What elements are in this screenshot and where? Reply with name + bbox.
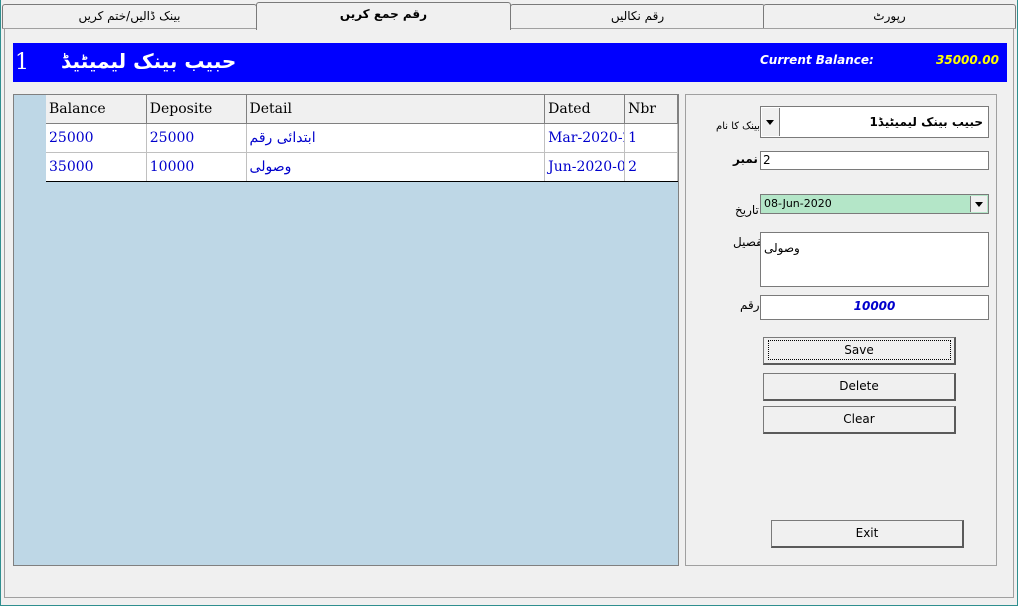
bank-name: حبیب بینک لیمیٹیڈ	[61, 49, 237, 73]
tab-report[interactable]: رپورٹ	[763, 4, 1016, 28]
cell-dated[interactable]: Mar-2020-2	[544, 123, 626, 153]
date-dropdown-button[interactable]	[970, 196, 987, 212]
transactions-table: Balance Deposite Detail Dated Nbr 25000 …	[46, 95, 678, 182]
tab-withdraw[interactable]: رقم نکالیں	[510, 4, 765, 28]
bank-name-select-value: 1حبیب بینک لیمیٹیڈ	[869, 115, 983, 129]
save-button[interactable]: Save	[763, 337, 956, 365]
cell-detail[interactable]: وصولی	[246, 152, 546, 182]
cell-deposite[interactable]: 10000	[146, 152, 247, 182]
detail-textarea[interactable]: وصولی	[760, 232, 989, 287]
chevron-down-icon	[766, 120, 774, 125]
table-header-row: Balance Deposite Detail Dated Nbr	[46, 95, 678, 124]
column-header-balance[interactable]: Balance	[46, 95, 147, 124]
bank-header-bar: 1 حبیب بینک لیمیٹیڈ Current Balance: 350…	[13, 43, 1007, 82]
number-label: نمبر	[733, 152, 758, 166]
column-header-deposite[interactable]: Deposite	[146, 95, 247, 124]
tab-deposit[interactable]: رقم جمع کریں	[256, 2, 511, 30]
cell-nbr[interactable]: 1	[624, 123, 678, 153]
date-picker[interactable]: 08-Jun-2020	[760, 194, 989, 214]
cell-balance[interactable]: 25000	[46, 123, 147, 153]
date-picker-value: 08-Jun-2020	[764, 197, 832, 210]
number-field[interactable]: 2	[760, 151, 989, 170]
number-field-value: 2	[763, 153, 771, 167]
detail-textarea-value: وصولی	[764, 241, 800, 255]
clear-button[interactable]: Clear	[763, 406, 956, 434]
column-header-nbr[interactable]: Nbr	[624, 95, 678, 124]
bank-name-label: بینک کا نام	[716, 121, 760, 132]
bank-number: 1	[15, 50, 29, 75]
exit-button[interactable]: Exit	[771, 520, 964, 548]
cell-balance[interactable]: 35000	[46, 152, 147, 182]
table-row[interactable]: 25000 25000 ابتدائی رقم Mar-2020-2 1	[46, 123, 678, 153]
amount-label: رقم	[740, 298, 760, 312]
column-header-dated[interactable]: Dated	[544, 95, 626, 124]
cell-detail[interactable]: ابتدائی رقم	[246, 123, 546, 153]
current-balance-label: Current Balance:	[760, 53, 874, 67]
bank-name-dropdown-button[interactable]	[762, 108, 780, 136]
tab-bar: بینک ڈالیں/ختم کریں رقم نکالیں رپورٹ رقم…	[2, 2, 1016, 30]
save-button-label: Save	[767, 340, 951, 360]
amount-field[interactable]: 10000	[760, 295, 989, 320]
bank-name-select[interactable]: 1حبیب بینک لیمیٹیڈ	[760, 106, 989, 138]
tab-add-remove-bank[interactable]: بینک ڈالیں/ختم کریں	[2, 4, 257, 28]
cell-deposite[interactable]: 25000	[146, 123, 247, 153]
current-balance-value: 35000.00	[936, 53, 1000, 67]
transactions-grid[interactable]: Balance Deposite Detail Dated Nbr 25000 …	[13, 94, 679, 566]
cell-dated[interactable]: Jun-2020-0:	[544, 152, 626, 182]
date-label: تاریخ	[735, 203, 759, 217]
table-row[interactable]: 35000 10000 وصولی Jun-2020-0: 2	[46, 152, 678, 182]
chevron-down-icon	[975, 202, 983, 207]
column-header-detail[interactable]: Detail	[246, 95, 546, 124]
cell-nbr[interactable]: 2	[624, 152, 678, 182]
delete-button[interactable]: Delete	[763, 373, 956, 401]
